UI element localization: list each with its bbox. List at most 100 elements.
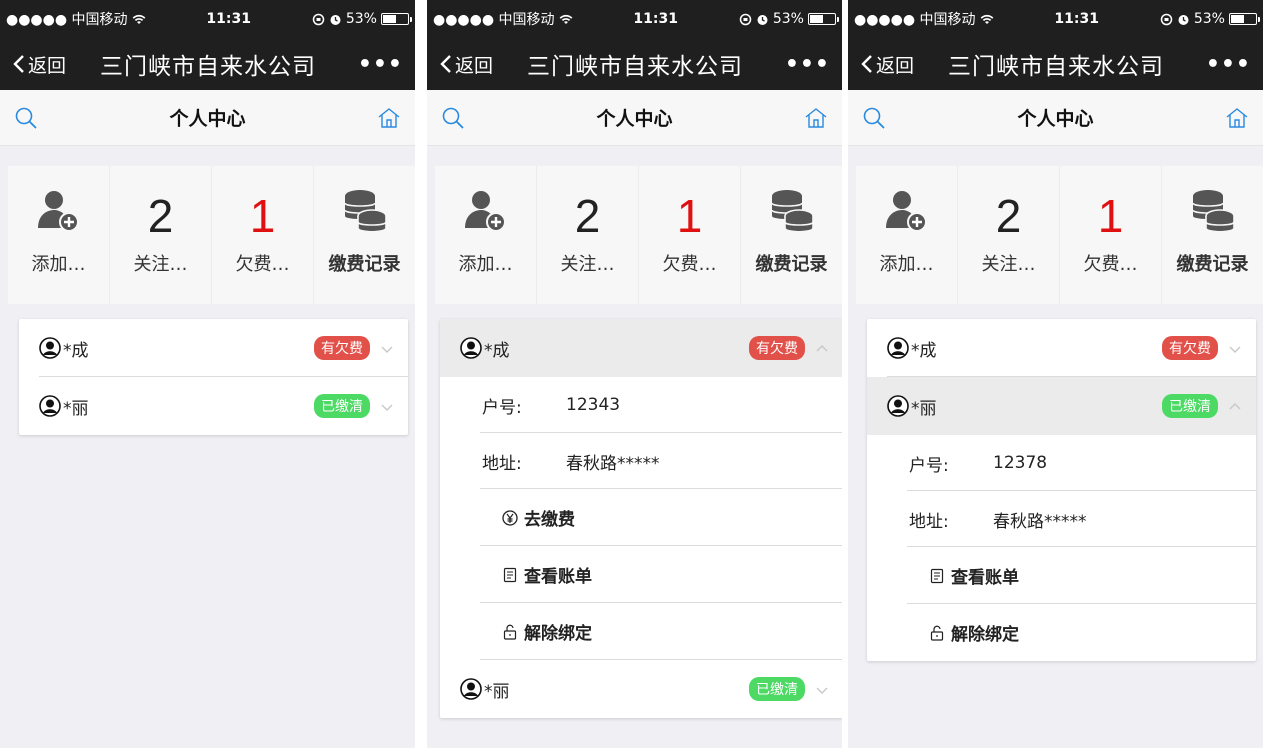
account-name: *成	[63, 340, 89, 361]
user-icon	[39, 395, 61, 417]
back-label: 返回	[876, 54, 915, 77]
more-button[interactable]: •••	[1206, 52, 1251, 77]
followed-count-button[interactable]: 2 关注…	[958, 166, 1060, 304]
account-row-1[interactable]: *成 有欠费	[867, 319, 1256, 377]
back-button[interactable]: 返回	[12, 51, 100, 78]
account-row-2[interactable]: *丽 已缴清	[19, 377, 408, 435]
search-icon[interactable]	[862, 106, 886, 130]
add-user-icon	[461, 186, 511, 250]
stats-panel: 添加… 2 关注… 1 欠费… 缴费记录	[856, 166, 1263, 304]
payment-records-button[interactable]: 缴费记录	[741, 166, 842, 304]
unbind-label: 解除绑定	[524, 624, 592, 644]
payment-records-label: 缴费记录	[328, 254, 401, 275]
view-bill-button[interactable]: 查看账单	[867, 547, 1256, 604]
page-title: 三门峡市自来水公司	[100, 54, 316, 80]
payment-records-button[interactable]: 缴费记录	[1162, 166, 1263, 304]
address-label: 地址:	[909, 511, 949, 532]
view-bill-button[interactable]: 查看账单	[440, 546, 842, 603]
battery-icon	[1228, 13, 1260, 25]
followed-count: 2	[995, 190, 1022, 242]
rotation-lock-icon	[312, 13, 325, 25]
section-title: 个人中心	[596, 108, 673, 130]
battery-icon	[380, 13, 412, 25]
account-list: *成 有欠费 户号: 12343 地址: 春秋路***** 去缴费查看账单解除绑…	[440, 319, 842, 718]
coins-icon	[1188, 186, 1238, 250]
phone-screen-2: ●●●●● 中国移动 11:31 53% 返回 三门峡市自来水公司 ••• 个人…	[427, 0, 842, 748]
account-row-2[interactable]: *丽 已缴清	[867, 377, 1256, 435]
pay-button[interactable]: 去缴费	[440, 489, 842, 546]
arrears-count: 1	[249, 190, 276, 242]
section-header: 个人中心	[427, 90, 842, 146]
account-row-1[interactable]: *成 有欠费	[440, 319, 842, 377]
arrears-count-button[interactable]: 1 欠费…	[639, 166, 741, 304]
bill-label: 查看账单	[524, 567, 592, 587]
account-details: 户号: 12378 地址: 春秋路*****	[867, 435, 1256, 547]
clock: 11:31	[206, 11, 251, 27]
account-name: *成	[911, 340, 937, 361]
unlock-icon	[930, 625, 944, 641]
add-account-button[interactable]: 添加…	[856, 166, 958, 304]
arrears-count: 1	[1097, 190, 1124, 242]
address-label: 地址:	[482, 453, 522, 474]
carrier-label: ●●●●● 中国移动	[6, 12, 128, 28]
payment-records-button[interactable]: 缴费记录	[314, 166, 415, 304]
address-row: 地址: 春秋路*****	[440, 433, 842, 489]
account-number-row: 户号: 12378	[867, 435, 1256, 491]
unbind-button[interactable]: 解除绑定	[867, 604, 1256, 661]
chevron-down-icon[interactable]	[380, 339, 394, 358]
wifi-icon	[559, 14, 572, 24]
battery-icon	[807, 13, 839, 25]
arrears-count-button[interactable]: 1 欠费…	[212, 166, 314, 304]
arrears-label: 欠费…	[235, 254, 290, 275]
search-icon[interactable]	[441, 106, 465, 130]
add-account-label: 添加…	[458, 254, 513, 275]
unbind-button[interactable]: 解除绑定	[440, 603, 842, 660]
arrears-count-button[interactable]: 1 欠费…	[1060, 166, 1162, 304]
chevron-down-icon[interactable]	[815, 680, 829, 699]
add-user-icon	[34, 186, 84, 250]
section-header: 个人中心	[848, 90, 1263, 146]
battery-level-fill	[1230, 15, 1244, 23]
battery-level-fill	[382, 15, 396, 23]
stats-panel: 添加… 2 关注… 1 欠费… 缴费记录	[435, 166, 842, 304]
unbind-label: 解除绑定	[951, 625, 1019, 645]
payment-records-label: 缴费记录	[1176, 254, 1249, 275]
more-button[interactable]: •••	[785, 52, 830, 77]
back-button[interactable]: 返回	[439, 51, 527, 78]
followed-label: 关注…	[133, 254, 188, 275]
account-name: *丽	[911, 398, 937, 419]
followed-count-button[interactable]: 2 关注…	[537, 166, 639, 304]
account-number-label: 户号:	[482, 397, 522, 418]
status-bar: ●●●●● 中国移动 11:31 53%	[0, 0, 415, 38]
back-button[interactable]: 返回	[860, 51, 948, 78]
chevron-left-icon	[13, 55, 24, 73]
status-bar: ●●●●● 中国移动 11:31 53%	[848, 0, 1263, 38]
followed-label: 关注…	[560, 254, 615, 275]
account-row-2[interactable]: *丽 已缴清	[440, 660, 842, 718]
wifi-icon	[132, 14, 145, 24]
alarm-icon	[757, 14, 768, 25]
arrears-label: 欠费…	[1083, 254, 1138, 275]
home-icon[interactable]	[1225, 106, 1249, 130]
chevron-up-icon[interactable]	[1228, 397, 1242, 416]
home-icon[interactable]	[377, 106, 401, 130]
home-icon[interactable]	[804, 106, 828, 130]
followed-label: 关注…	[981, 254, 1036, 275]
chevron-down-icon[interactable]	[380, 397, 394, 416]
arrears-label: 欠费…	[662, 254, 717, 275]
chevron-left-icon	[861, 55, 872, 73]
search-icon[interactable]	[14, 106, 38, 130]
account-row-1[interactable]: *成 有欠费	[19, 319, 408, 377]
add-account-button[interactable]: 添加…	[435, 166, 537, 304]
battery-level-fill	[809, 15, 823, 23]
chevron-down-icon[interactable]	[1228, 339, 1242, 358]
account-name: *成	[484, 340, 510, 361]
bill-icon	[930, 568, 944, 583]
chevron-up-icon[interactable]	[815, 339, 829, 358]
more-button[interactable]: •••	[358, 52, 403, 77]
add-account-button[interactable]: 添加…	[8, 166, 110, 304]
battery-percent: 53%	[772, 11, 804, 27]
account-number-value: 12343	[566, 395, 621, 415]
account-number-value: 12378	[993, 453, 1048, 473]
followed-count-button[interactable]: 2 关注…	[110, 166, 212, 304]
